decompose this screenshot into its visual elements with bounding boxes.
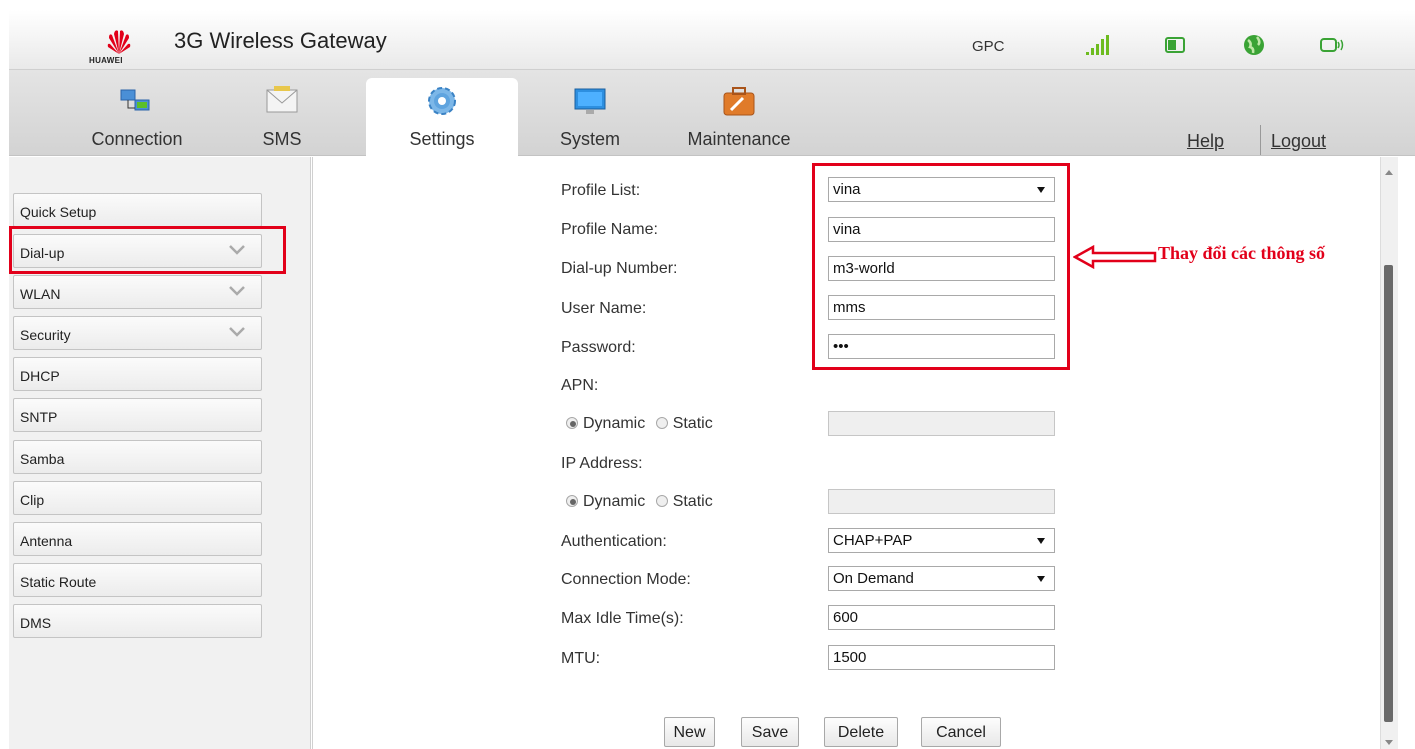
- chevron-down-icon: [229, 286, 245, 296]
- nav-divider: [1260, 125, 1261, 155]
- max-idle-input[interactable]: 600: [828, 605, 1055, 630]
- app-title: 3G Wireless Gateway: [174, 28, 387, 53]
- sidebar-item-security[interactable]: Security: [13, 316, 262, 350]
- ip-mode-group: Dynamic Static: [566, 493, 719, 511]
- help-link[interactable]: Help: [1187, 131, 1224, 152]
- sidebar-item-label: Clip: [20, 492, 45, 508]
- sidebar-item-label: Security: [20, 327, 71, 343]
- tab-label: Maintenance: [687, 129, 791, 149]
- dropdown-arrow-icon: [1037, 538, 1045, 544]
- scroll-down-arrow-icon[interactable]: [1385, 740, 1393, 745]
- ip-static-option[interactable]: Static: [655, 493, 713, 510]
- ip-address-label: IP Address:: [561, 455, 643, 472]
- mtu-label: MTU:: [561, 650, 601, 667]
- select-value: CHAP+PAP: [833, 532, 913, 549]
- cancel-button[interactable]: Cancel: [921, 717, 1001, 747]
- monitor-icon: [574, 88, 606, 114]
- delete-button[interactable]: Delete: [824, 717, 898, 747]
- signal-strength-icon: [1086, 35, 1109, 55]
- tab-sms[interactable]: SMS: [237, 78, 327, 156]
- ip-address-input: [828, 489, 1055, 514]
- radio-button[interactable]: [655, 495, 668, 507]
- sidebar-item-samba[interactable]: Samba: [13, 440, 262, 474]
- radio-label: Static: [672, 415, 713, 432]
- gear-icon: [428, 87, 456, 115]
- sidebar-item-label: Antenna: [20, 533, 73, 549]
- profile-list-label: Profile List:: [561, 182, 641, 199]
- huawei-logo: HUAWEI: [89, 24, 149, 65]
- dial-up-highlight-box: [9, 226, 286, 274]
- radio-label: Dynamic: [583, 493, 646, 510]
- sidebar-item-antenna[interactable]: Antenna: [13, 522, 262, 556]
- save-button[interactable]: Save: [741, 717, 799, 747]
- envelope-icon: [266, 86, 298, 113]
- sidebar-item-label: Static Route: [20, 574, 97, 590]
- connection-icon: [120, 89, 150, 111]
- ip-dynamic-option[interactable]: Dynamic: [566, 493, 645, 510]
- sidebar-item-quick-setup[interactable]: Quick Setup: [13, 193, 262, 227]
- network-mode-icon: [1165, 37, 1185, 53]
- dropdown-arrow-icon: [1037, 576, 1045, 582]
- new-button[interactable]: New: [664, 717, 715, 747]
- changed-fields-highlight-box: [812, 163, 1070, 370]
- left-arrow-icon: [1073, 245, 1157, 269]
- profile-name-label: Profile Name:: [561, 221, 658, 238]
- authentication-select[interactable]: CHAP+PAP: [828, 528, 1055, 553]
- sidebar-item-sntp[interactable]: SNTP: [13, 398, 262, 432]
- tab-system[interactable]: System: [545, 78, 635, 156]
- apn-mode-group: Dynamic Static: [566, 415, 719, 433]
- sidebar-item-label: DMS: [20, 615, 52, 631]
- apn-dynamic-option[interactable]: Dynamic: [566, 415, 645, 432]
- network-operator: GPC: [972, 38, 1005, 55]
- scroll-up-arrow-icon[interactable]: [1385, 170, 1393, 175]
- tab-label: Settings: [409, 129, 475, 149]
- sidebar-item-label: SNTP: [20, 409, 58, 425]
- main-nav: Connection SMS Settings System Maintenan…: [9, 70, 1415, 157]
- apn-label: APN:: [561, 377, 599, 394]
- tab-label: SMS: [262, 129, 302, 149]
- radio-button[interactable]: [566, 495, 578, 507]
- top-header: HUAWEI 3G Wireless Gateway GPC: [9, 10, 1415, 70]
- radio-label: Dynamic: [583, 415, 646, 432]
- dialup-number-label: Dial-up Number:: [561, 260, 678, 277]
- tab-label: System: [559, 129, 620, 149]
- radio-label: Static: [672, 493, 713, 510]
- tab-label: Connection: [91, 129, 183, 149]
- sidebar-item-label: WLAN: [20, 286, 61, 302]
- sidebar-item-clip[interactable]: Clip: [13, 481, 262, 515]
- globe-icon: [1244, 35, 1264, 55]
- user-name-label: User Name:: [561, 300, 647, 317]
- radio-button[interactable]: [655, 417, 668, 429]
- radio-button[interactable]: [566, 417, 578, 429]
- sidebar-item-label: Quick Setup: [20, 204, 97, 220]
- tab-settings[interactable]: Settings: [366, 78, 518, 157]
- sidebar-item-label: DHCP: [20, 368, 60, 384]
- connection-mode-label: Connection Mode:: [561, 571, 691, 588]
- password-label: Password:: [561, 339, 636, 356]
- sidebar-item-dms[interactable]: DMS: [13, 604, 262, 638]
- mtu-input[interactable]: 1500: [828, 645, 1055, 670]
- tab-maintenance[interactable]: Maintenance: [669, 78, 809, 156]
- apn-input: [828, 411, 1055, 436]
- tab-connection[interactable]: Connection: [77, 78, 197, 156]
- authentication-label: Authentication:: [561, 533, 667, 550]
- max-idle-label: Max Idle Time(s):: [561, 610, 684, 627]
- select-value: On Demand: [833, 570, 914, 587]
- chevron-down-icon: [229, 327, 245, 337]
- apn-static-option[interactable]: Static: [655, 415, 713, 432]
- sidebar-item-dhcp[interactable]: DHCP: [13, 357, 262, 391]
- wifi-icon: [1320, 38, 1344, 52]
- toolbox-icon: [723, 87, 755, 116]
- logout-link[interactable]: Logout: [1271, 131, 1326, 152]
- brand-text: HUAWEI: [89, 56, 123, 65]
- annotation-text: Thay đổi các thông số: [1158, 243, 1326, 263]
- connection-mode-select[interactable]: On Demand: [828, 566, 1055, 591]
- sidebar-item-label: Samba: [20, 451, 65, 467]
- scrollbar-thumb[interactable]: [1384, 265, 1393, 722]
- sidebar-item-wlan[interactable]: WLAN: [13, 275, 262, 309]
- sidebar-item-static-route[interactable]: Static Route: [13, 563, 262, 597]
